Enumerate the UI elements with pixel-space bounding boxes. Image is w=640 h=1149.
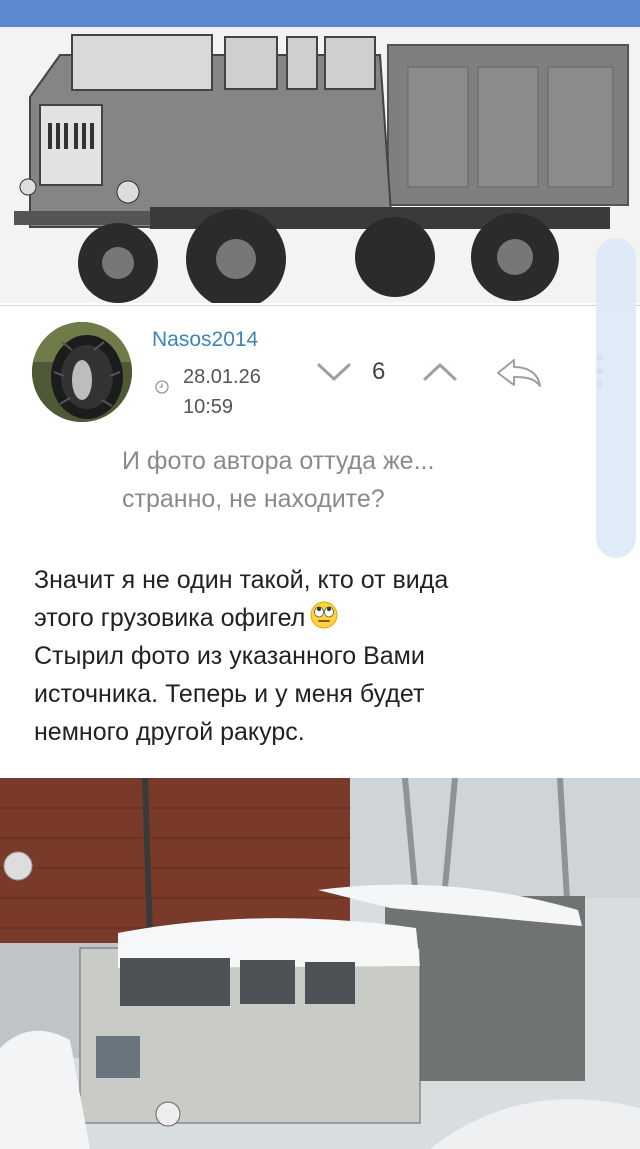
comment-timestamp: 28.01.26 10:59 [183,362,261,422]
quote-line: И фото автора оттуда же... [122,447,435,475]
tire-avatar-image [32,322,132,422]
comment-body: Значит я не один такой, кто от вида этог… [34,561,594,751]
chevron-up-icon[interactable] [422,360,458,384]
chevron-down-icon[interactable] [316,360,352,384]
body-line: Стырил фото из указанного Вами [34,642,425,670]
post-image-truck-snow[interactable] [0,778,640,1149]
comment-rating: 6 [372,358,386,385]
reply-arrow-icon[interactable] [494,356,544,390]
snowy-truck-illustration [0,778,640,1149]
avatar[interactable] [32,322,132,422]
body-line: немного другой ракурс. [34,718,305,746]
comment-date: 28.01.26 [183,366,261,388]
post-image-truck-old[interactable] [0,27,640,303]
body-line-with-emoji: этого грузовика офигел [34,599,594,637]
body-line: Значит я не один такой, кто от вида [34,566,449,594]
truck-illustration [0,27,640,303]
divider [0,305,640,306]
eye-roll-emoji-icon [310,601,338,629]
username-link[interactable]: Nasos2014 [152,328,258,352]
status-bar [0,0,640,27]
body-line: источника. Теперь и у меня будет [34,680,425,708]
quote-line: странно, не находите? [122,485,385,513]
scrollbar-thumb[interactable] [596,238,636,558]
quoted-text: И фото автора оттуда же... странно, не н… [122,442,562,518]
body-line: этого грузовика офигел [34,604,306,632]
comment-time: 10:59 [183,396,234,418]
clock-icon [155,380,169,394]
